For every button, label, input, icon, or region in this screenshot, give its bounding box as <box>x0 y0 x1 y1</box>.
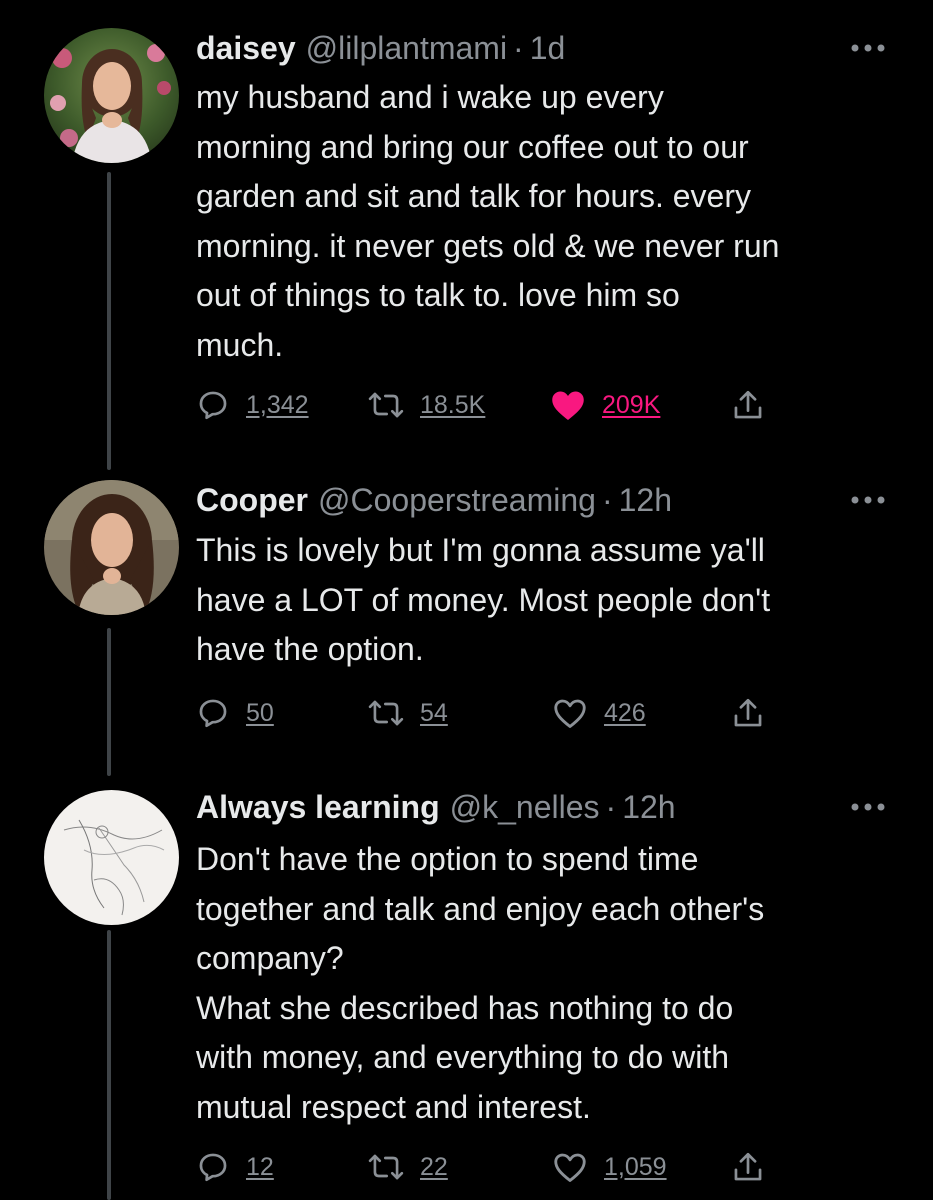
tweet-header: daisey @lilplantmami · 1d <box>196 26 565 70</box>
retweet-icon <box>368 696 404 730</box>
reply-button[interactable]: 50 <box>196 693 274 733</box>
thread-line <box>107 172 111 470</box>
retweet-count: 18.5K <box>420 390 486 419</box>
timestamp[interactable]: 1d <box>530 26 566 70</box>
user-handle[interactable]: @Cooperstreaming <box>318 478 596 522</box>
avatar[interactable] <box>44 480 179 615</box>
reply-button[interactable]: 1,342 <box>196 385 309 425</box>
reply-button[interactable]: 12 <box>196 1147 274 1187</box>
share-icon <box>732 388 764 422</box>
tweet-actions: 1,342 18.5K 209K <box>196 385 916 425</box>
avatar[interactable] <box>44 28 179 163</box>
tweet-text: my husband and i wake up every morning a… <box>196 79 780 363</box>
retweet-icon <box>368 388 404 422</box>
thread-line <box>107 628 111 776</box>
like-count: 209K <box>602 390 661 419</box>
heart-icon <box>552 1150 588 1184</box>
tweet-text: Don't have the option to spend time toge… <box>196 841 765 1125</box>
user-handle[interactable]: @lilplantmami <box>306 26 507 70</box>
reply-icon <box>196 388 230 422</box>
timestamp[interactable]: 12h <box>619 478 672 522</box>
retweet-count: 54 <box>420 698 448 727</box>
display-name[interactable]: Always learning <box>196 785 440 829</box>
like-count: 426 <box>604 698 646 727</box>
heart-icon <box>552 696 588 730</box>
like-count: 1,059 <box>604 1152 667 1181</box>
share-button[interactable] <box>732 1147 764 1187</box>
separator-dot: · <box>605 789 617 825</box>
like-button[interactable]: 426 <box>552 693 646 733</box>
heart-icon <box>550 388 586 422</box>
retweet-icon <box>368 1150 404 1184</box>
retweet-button[interactable]: 54 <box>368 693 448 733</box>
timestamp[interactable]: 12h <box>622 785 675 829</box>
retweet-count: 22 <box>420 1152 448 1181</box>
more-icon[interactable] <box>848 490 888 510</box>
tweet-header: Always learning @k_nelles · 12h <box>196 785 676 829</box>
separator-dot: · <box>513 30 524 66</box>
reply-count: 50 <box>246 698 274 727</box>
tweet-actions: 50 54 426 <box>196 693 916 733</box>
share-button[interactable] <box>732 693 764 733</box>
share-button[interactable] <box>732 385 764 425</box>
thread-line <box>107 930 111 1200</box>
share-icon <box>732 696 764 730</box>
separator-dot: · <box>601 482 613 518</box>
reply-count: 1,342 <box>246 390 309 419</box>
display-name[interactable]: daisey <box>196 26 296 70</box>
display-name[interactable]: Cooper <box>196 478 308 522</box>
tweet-actions: 12 22 1,059 <box>196 1147 916 1187</box>
tweet-header: Cooper @Cooperstreaming · 12h <box>196 478 672 522</box>
retweet-button[interactable]: 18.5K <box>368 385 485 425</box>
like-button[interactable]: 1,059 <box>552 1147 667 1187</box>
more-icon[interactable] <box>848 38 888 58</box>
reply-count: 12 <box>246 1152 274 1181</box>
reply-icon <box>196 1150 230 1184</box>
reply-icon <box>196 696 230 730</box>
like-button[interactable]: 209K <box>550 385 660 425</box>
tweet-text: This is lovely but I'm gonna assume ya'l… <box>196 532 771 667</box>
more-icon[interactable] <box>848 797 888 817</box>
share-icon <box>732 1150 764 1184</box>
avatar[interactable] <box>44 790 179 925</box>
user-handle[interactable]: @k_nelles <box>450 785 600 829</box>
retweet-button[interactable]: 22 <box>368 1147 448 1187</box>
